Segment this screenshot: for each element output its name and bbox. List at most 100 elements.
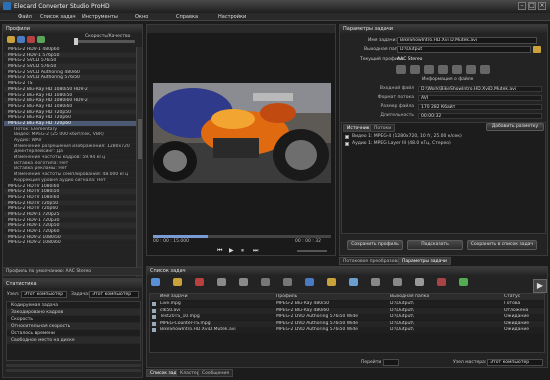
file-icon [152,321,156,326]
col-folder[interactable]: Выходная папка [390,294,429,299]
output-folder-input[interactable]: D:\Output [397,46,531,53]
hint-button[interactable]: Подсказать [407,240,463,250]
close-button[interactable]: × [538,2,546,10]
queue-row[interactable]: clk50.avi MPEG-2 Blu-Ray 480i60 D:\Output\… [150,307,544,314]
prev-frame-icon[interactable]: ⏮ [217,247,222,255]
queue-play-button[interactable]: ▶ [533,279,547,293]
menu-file[interactable]: Файл [18,14,32,20]
remove-icon[interactable] [195,278,204,286]
resize-icon[interactable] [424,65,434,74]
next-frame-icon[interactable]: ⏭ [253,247,258,255]
menu-help[interactable]: Справка [176,14,198,20]
export-icon[interactable] [371,278,380,286]
settings-icon[interactable] [283,278,292,286]
tab-messages[interactable]: Сообщения [198,369,234,377]
col-name[interactable]: Имя задачи [160,294,188,299]
streams-area: Источник Потоки Добавить разметку Видео … [341,122,546,234]
stats-row: Кодируемая задача [7,302,140,309]
file-icon [152,308,156,313]
col-profile[interactable]: Профиль [276,294,297,299]
tab-streams[interactable]: Потоки [370,124,396,132]
stats-row: Свободное место на диске [7,337,140,344]
stats-progress [6,364,141,367]
default-profile-text: Профиль по умолчанию: AAC Stereo [6,269,91,274]
import-icon[interactable] [393,278,402,286]
task-label: Задача: [71,292,90,297]
folder-cell: D:\Output\ [390,327,414,332]
profile-cell: MPEG-2 DVD Authoring 576i50 Wide [276,320,358,326]
save-list-icon[interactable] [305,278,314,286]
logo-icon[interactable] [452,65,462,74]
refresh-icon[interactable] [37,36,45,43]
tab-source[interactable]: Источник [343,124,374,132]
save-profile-button[interactable]: Сохранить профиль [347,240,403,250]
queue-panel: Список задач ▶ Имя задачи Профиль Выходн… [146,266,548,368]
menu-tools[interactable]: Инструменты [82,14,118,20]
file-icon [152,315,156,319]
add-marker-button[interactable]: Добавить разметку [486,123,544,131]
timeline[interactable] [153,235,331,238]
add-folder-icon[interactable] [173,278,182,286]
clear-icon[interactable] [261,278,270,286]
filter-icon[interactable] [466,65,476,74]
timeline-progress [153,235,208,238]
node-label: Узел мастера: [453,360,487,365]
maximize-button[interactable]: □ [528,2,536,10]
checkbox[interactable] [345,142,349,146]
menu-settings[interactable]: Настройки [218,14,246,20]
add-file-icon[interactable] [151,278,160,286]
delete-icon[interactable] [27,36,35,43]
slider-thumb[interactable] [74,38,78,45]
pause-icon[interactable]: ⏸ [241,247,244,255]
save-to-queue-button[interactable]: Сохранить в список задач [467,240,537,250]
speed-quality-label: Скорость/Качество [85,34,131,39]
stop-icon[interactable] [437,278,446,286]
pause-icon[interactable] [415,278,424,286]
queue-header-row: Имя задачи Профиль Выходная папка Статус [150,294,544,300]
status-cell: Готова [504,301,521,306]
task-select[interactable]: Этот компьютер [89,291,139,298]
info-icon[interactable] [349,278,358,286]
col-status[interactable]: Статус [504,294,520,299]
checkbox[interactable] [345,135,349,139]
task-name-input[interactable]: BikeShowIntro.HD.Xvi D.Mutek.avi [397,37,537,44]
audio-settings-icon[interactable] [410,65,420,74]
volume-slider[interactable] [297,250,327,252]
task-name-cell: Live.mpg [160,301,181,306]
task-name-cell: Test20TS_10.mpg [160,314,200,319]
info-row-size: Размер файла 170 282 Кбайт [344,104,544,111]
menu-window[interactable]: Окно [135,14,148,20]
open-list-icon[interactable] [327,278,336,286]
queue-row[interactable]: Test20TS_10.mpg MPEG-2 DVD Authoring 576i… [150,314,544,320]
cluster-icon[interactable] [459,278,468,286]
tab-task-params[interactable]: Параметры задачи [398,257,451,265]
profiles-scrollbar[interactable] [136,47,142,277]
goto-input[interactable] [383,359,399,366]
move-up-icon[interactable] [217,278,226,286]
video-frame[interactable] [153,83,331,183]
profile-cell: MPEG-2 Blu-Ray 480i50 [276,301,330,306]
info-row-duration: Длительность 00:00:32 [344,113,544,120]
profile-item[interactable]: MPEG-2 HDV-2 1080i60 [4,240,136,247]
folder-icon[interactable] [7,36,15,43]
node-select[interactable]: Этот компьютер [487,359,543,366]
queue-row[interactable]: MPEG-Counter-TS.mpg MPEG-2 DVD Authoring … [150,320,544,327]
stream-row-audio[interactable]: Аудио 1: MPEG Layer III (48.0 кГц, Стере… [345,141,543,148]
profiles-panel: Профили Скорость/Качество MPEG-2 HDV-1 4… [2,24,143,279]
queue-row[interactable]: BikeShowIntro.HD.XviD.Mutek.avi MPEG-2 DV… [150,327,544,333]
motorcycle-image [153,83,331,183]
gear-icon[interactable] [480,65,490,74]
app-logo-icon [3,2,11,10]
menu-tasks[interactable]: Список задач [40,14,76,20]
save-icon[interactable] [17,36,25,43]
scroll-thumb[interactable] [138,119,142,159]
video-settings-icon[interactable] [396,65,406,74]
play-icon[interactable]: ▶ [229,247,234,254]
speed-quality-slider[interactable] [74,38,135,45]
move-down-icon[interactable] [239,278,248,286]
minimize-button[interactable]: – [518,2,526,10]
browse-folder-button[interactable] [533,46,541,53]
deinterlace-icon[interactable] [438,65,448,74]
scope-select[interactable]: Этот компьютер [21,291,67,298]
queue-row[interactable]: Live.mpg MPEG-2 Blu-Ray 480i50 D:\Output\ Г… [150,301,544,307]
